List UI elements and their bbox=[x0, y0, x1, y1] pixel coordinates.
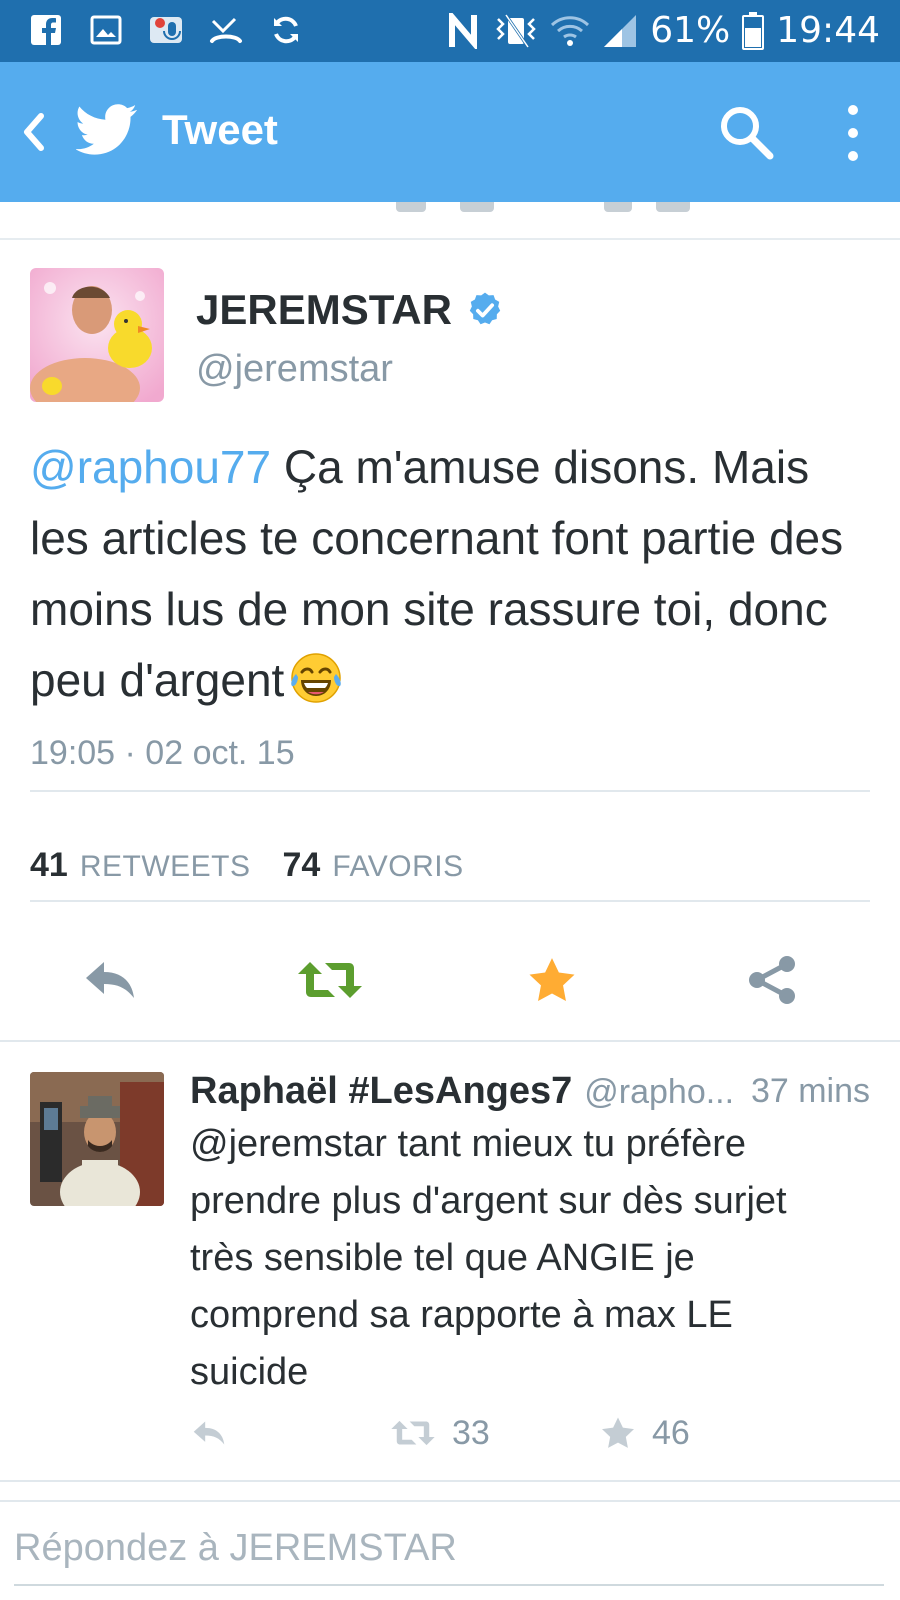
chevron-left-icon bbox=[24, 113, 44, 151]
twitter-bird-icon bbox=[76, 104, 137, 155]
favorite-button[interactable] bbox=[512, 940, 592, 1020]
input-underline bbox=[14, 1584, 884, 1586]
facebook-icon bbox=[28, 12, 64, 48]
divider bbox=[30, 900, 870, 902]
author-handle[interactable]: @jeremstar bbox=[196, 348, 393, 391]
reply-time: 37 mins bbox=[750, 1072, 870, 1110]
share-icon bbox=[749, 956, 795, 1004]
tweet-body: @raphou77 Ça m'amuse disons. Mais les ar… bbox=[30, 432, 880, 716]
more-vertical-icon bbox=[848, 105, 858, 161]
author-avatar[interactable] bbox=[30, 268, 164, 402]
tweet-timestamp: 19:05 · 02 oct. 15 bbox=[30, 734, 295, 772]
tweet-stats: 41 RETWEETS 74 FAVORIS bbox=[30, 846, 464, 885]
gallery-icon bbox=[88, 12, 124, 48]
star-icon bbox=[529, 958, 575, 1002]
reply-icon bbox=[193, 1421, 225, 1445]
reply-author-avatar[interactable] bbox=[30, 1072, 164, 1206]
vibrate-icon bbox=[496, 13, 537, 48]
divider bbox=[0, 1040, 900, 1042]
tweet-actions bbox=[0, 940, 900, 1020]
divider bbox=[0, 1480, 900, 1482]
battery-icon bbox=[742, 11, 765, 50]
status-bar: 61% 19:44 bbox=[0, 0, 900, 62]
retweets-label: RETWEETS bbox=[79, 850, 251, 883]
reply-input[interactable] bbox=[14, 1520, 874, 1576]
sync-icon bbox=[268, 12, 304, 48]
nfc-icon bbox=[449, 12, 478, 49]
reply-favorite-button[interactable]: 46 bbox=[600, 1408, 690, 1458]
search-icon bbox=[721, 107, 774, 160]
favorites-count: 74 bbox=[282, 846, 321, 884]
notification-icons bbox=[28, 12, 304, 48]
reply-header: Raphaël #LesAnges7 @rapho... 37 mins bbox=[190, 1070, 870, 1113]
star-icon bbox=[602, 1417, 634, 1448]
reply-body: @jeremstar tant mieux tu préfère prendre… bbox=[190, 1123, 787, 1393]
reply-actions: 33 46 bbox=[190, 1408, 840, 1458]
author-name[interactable]: JEREMSTAR bbox=[196, 286, 452, 334]
divider bbox=[30, 790, 870, 792]
mention-link[interactable]: @raphou77 bbox=[30, 441, 271, 493]
system-status: 61% 19:44 bbox=[448, 10, 880, 51]
retweets-stat[interactable]: 41 RETWEETS bbox=[30, 846, 251, 885]
overflow-menu-button[interactable] bbox=[838, 102, 868, 164]
retweet-button[interactable] bbox=[290, 940, 370, 1020]
wifi-icon bbox=[551, 15, 590, 46]
retweets-count: 41 bbox=[30, 846, 68, 884]
missed-call-icon bbox=[208, 12, 244, 48]
reply-author-handle[interactable]: @rapho... bbox=[584, 1073, 734, 1112]
reply-compose-bar bbox=[0, 1502, 900, 1588]
reply-favorites-count: 46 bbox=[652, 1413, 690, 1452]
reply-retweet-button[interactable]: 33 bbox=[390, 1408, 490, 1458]
reply-icon bbox=[86, 962, 134, 998]
reply-author-name[interactable]: Raphaël #LesAnges7 bbox=[190, 1070, 572, 1113]
page-title: Tweet bbox=[162, 106, 278, 153]
app-bar: Tweet bbox=[0, 62, 900, 202]
reply-retweets-count: 33 bbox=[452, 1413, 490, 1452]
author-name-row: JEREMSTAR bbox=[196, 286, 504, 334]
verified-badge-icon bbox=[469, 292, 501, 325]
favorites-stat[interactable]: 74 FAVORIS bbox=[283, 846, 464, 885]
signal-icon bbox=[604, 14, 637, 47]
retweet-icon bbox=[298, 962, 362, 998]
clock: 19:44 bbox=[776, 10, 880, 51]
share-button[interactable] bbox=[732, 940, 812, 1020]
back-button[interactable] bbox=[14, 102, 54, 162]
reply-reply-button[interactable] bbox=[190, 1408, 228, 1458]
retweet-icon bbox=[391, 1420, 435, 1446]
search-button[interactable] bbox=[716, 102, 778, 164]
face-with-tears-of-joy-icon bbox=[290, 652, 342, 704]
voicemail-icon bbox=[148, 12, 184, 48]
previous-tweet-actions-cutoff bbox=[0, 202, 900, 240]
favorites-label: FAVORIS bbox=[332, 850, 464, 883]
battery-percent: 61% bbox=[650, 10, 731, 51]
reply-button[interactable] bbox=[70, 940, 150, 1020]
